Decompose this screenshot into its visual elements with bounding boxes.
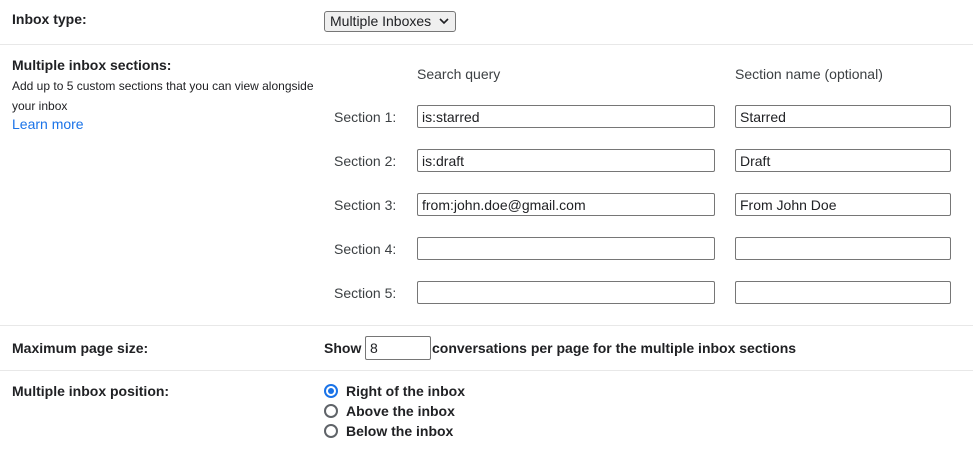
inbox-type-select[interactable]: Multiple Inboxes bbox=[324, 11, 456, 32]
page-size-input[interactable] bbox=[365, 336, 431, 360]
position-option-right[interactable]: Right of the inbox bbox=[324, 382, 465, 400]
page-size-suffix-text: conversations per page for the multiple … bbox=[432, 340, 797, 356]
section-1-label: Section 1: bbox=[334, 109, 397, 125]
sections-description: Add up to 5 custom sections that you can… bbox=[12, 79, 314, 113]
position-option-above[interactable]: Above the inbox bbox=[324, 402, 455, 420]
section-2-name-input[interactable] bbox=[735, 149, 951, 172]
section-5-label: Section 5: bbox=[334, 285, 397, 301]
section-5-name-input[interactable] bbox=[735, 281, 951, 304]
position-label: Multiple inbox position: bbox=[12, 383, 170, 399]
inbox-type-label: Inbox type: bbox=[12, 11, 87, 27]
learn-more-link[interactable]: Learn more bbox=[12, 116, 84, 132]
section-2-label: Section 2: bbox=[334, 153, 397, 169]
chevron-down-icon bbox=[439, 18, 449, 25]
position-option-label: Right of the inbox bbox=[346, 383, 465, 399]
section-1-name-input[interactable] bbox=[735, 105, 951, 128]
page-size-label: Maximum page size: bbox=[12, 340, 149, 356]
position-option-label: Below the inbox bbox=[346, 423, 454, 439]
section-3-query-input[interactable] bbox=[417, 193, 715, 216]
position-option-label: Above the inbox bbox=[346, 403, 455, 419]
radio-button-checked[interactable] bbox=[324, 384, 338, 398]
position-option-below[interactable]: Below the inbox bbox=[324, 422, 453, 440]
section-5-query-input[interactable] bbox=[417, 281, 715, 304]
section-2-query-input[interactable] bbox=[417, 149, 715, 172]
divider bbox=[0, 44, 973, 45]
sections-label: Multiple inbox sections: bbox=[12, 57, 172, 73]
section-4-query-input[interactable] bbox=[417, 237, 715, 260]
divider bbox=[0, 325, 973, 326]
search-query-header: Search query bbox=[417, 66, 501, 82]
divider bbox=[0, 370, 973, 371]
section-3-label: Section 3: bbox=[334, 197, 397, 213]
page-size-show-text: Show bbox=[324, 340, 362, 356]
section-4-name-input[interactable] bbox=[735, 237, 951, 260]
section-3-name-input[interactable] bbox=[735, 193, 951, 216]
inbox-type-selected: Multiple Inboxes bbox=[330, 13, 432, 29]
section-4-label: Section 4: bbox=[334, 241, 397, 257]
section-1-query-input[interactable] bbox=[417, 105, 715, 128]
radio-button[interactable] bbox=[324, 404, 338, 418]
section-name-header: Section name (optional) bbox=[735, 66, 883, 82]
radio-button[interactable] bbox=[324, 424, 338, 438]
